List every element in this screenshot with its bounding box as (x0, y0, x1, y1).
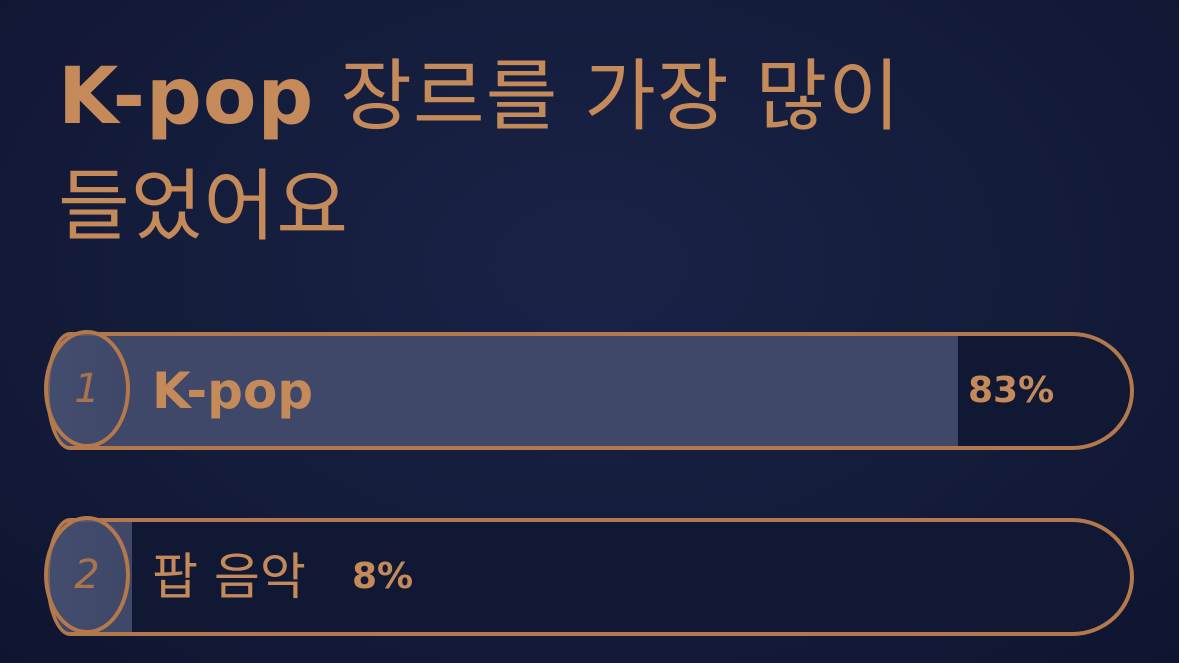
ranking-percent: 8% (352, 556, 414, 597)
title-line1-rest: 장르를 가장 많이 (314, 52, 901, 142)
ranking-item-1: 1 K-pop 83% (44, 330, 1134, 450)
rank-badge: 1 (44, 330, 130, 448)
title-line2: 들었어요 (58, 162, 350, 252)
ranking-percent: 83% (968, 370, 1055, 411)
page-title: K-pop 장르를 가장 많이들었어요 (58, 42, 1118, 262)
ranking-item-2: 2 팝 음악 8% (44, 516, 1134, 636)
rank-badge: 2 (44, 516, 130, 634)
ranking-label: K-pop (152, 362, 314, 420)
title-genre: K-pop (58, 52, 315, 142)
ranking-label: 팝 음악 (152, 548, 306, 606)
